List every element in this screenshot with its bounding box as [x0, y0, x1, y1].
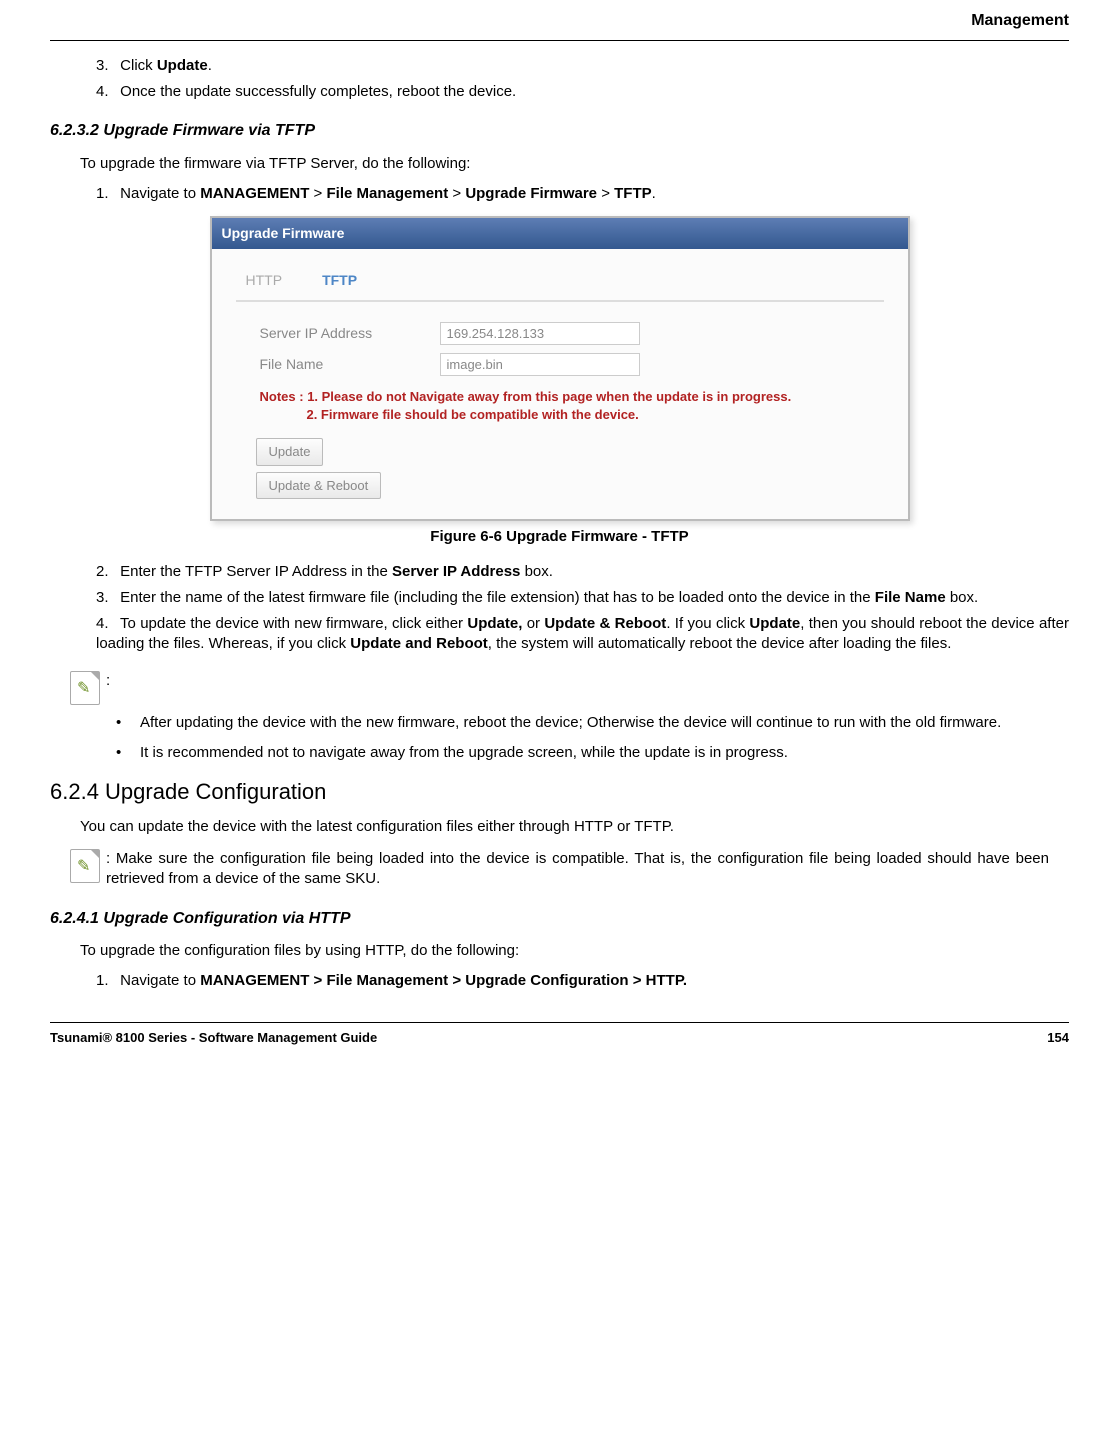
note-1: 1. Please do not Navigate away from this…: [307, 389, 791, 404]
step-3-num: 3.: [96, 56, 116, 76]
step-4-text: Once the update successfully completes, …: [120, 83, 516, 100]
screenshot-notes: Notes : 1. Please do not Navigate away f…: [260, 388, 884, 424]
b: Server IP Address: [392, 563, 520, 580]
heading-6232: 6.2.3.2 Upgrade Firmware via TFTP: [50, 120, 1069, 142]
t: Enter the TFTP Server IP Address in the: [120, 563, 392, 580]
label-server-ip: Server IP Address: [260, 324, 440, 343]
t: , the system will automatically reboot t…: [488, 635, 952, 652]
footer-left: Tsunami® 8100 Series - Software Manageme…: [50, 1029, 377, 1047]
t: It is recommended not to navigate away f…: [140, 743, 788, 763]
t: Enter the name of the latest firmware fi…: [120, 589, 875, 606]
note-icon: [70, 671, 100, 705]
tabs: HTTP TFTP: [236, 267, 884, 302]
b: Upgrade Firmware: [465, 185, 597, 202]
b: Update and Reboot: [350, 635, 488, 652]
row-server-ip: Server IP Address: [260, 322, 884, 345]
t: Navigate to: [120, 972, 200, 989]
note-bullet-2: •It is recommended not to navigate away …: [116, 743, 1069, 763]
note-bullet-1: •After updating the device with the new …: [116, 713, 1069, 733]
b: Update: [749, 615, 800, 632]
t: Navigate to: [120, 185, 200, 202]
figure-caption: Figure 6-6 Upgrade Firmware - TFTP: [50, 527, 1069, 547]
n: 3.: [96, 588, 116, 608]
n: 2.: [96, 562, 116, 582]
t: box.: [520, 563, 553, 580]
t: . If you click: [666, 615, 749, 632]
step-4: 4. Once the update successfully complete…: [96, 82, 1069, 102]
note-624: : Make sure the configuration file being…: [70, 849, 1049, 890]
tab-tftp[interactable]: TFTP: [320, 267, 359, 294]
t: >: [448, 185, 465, 202]
note-block: :: [70, 671, 1069, 705]
step-6232-1: 1. Navigate to MANAGEMENT > File Managem…: [96, 184, 1069, 204]
note-2: 2. Firmware file should be compatible wi…: [306, 407, 638, 422]
intro-6232: To upgrade the firmware via TFTP Server,…: [80, 154, 1069, 174]
t: .: [652, 185, 656, 202]
b: TFTP: [614, 185, 652, 202]
note-624-text: : Make sure the configuration file being…: [106, 849, 1049, 890]
screenshot-title: Upgrade Firmware: [212, 218, 908, 249]
update-reboot-button[interactable]: Update & Reboot: [256, 472, 382, 500]
note-colon: :: [106, 671, 110, 691]
footer-page-number: 154: [1047, 1029, 1069, 1047]
t: After updating the device with the new f…: [140, 713, 1001, 733]
input-server-ip[interactable]: [440, 322, 640, 345]
step-after-4: 4. To update the device with new firmwar…: [96, 614, 1069, 655]
header-rule: [50, 40, 1069, 41]
tab-http[interactable]: HTTP: [244, 267, 285, 294]
t: >: [309, 185, 326, 202]
b: Update,: [467, 615, 522, 632]
note-icon: [70, 849, 100, 883]
notes-prefix: Notes :: [260, 389, 304, 404]
intro-624: You can update the device with the lates…: [80, 817, 1069, 837]
b: Update & Reboot: [544, 615, 666, 632]
step-3-text-a: Click: [120, 57, 157, 74]
step-3-bold: Update: [157, 57, 208, 74]
step-3: 3. Click Update.: [96, 56, 1069, 76]
step-after-3: 3. Enter the name of the latest firmware…: [96, 588, 1069, 608]
n: 1.: [96, 971, 116, 991]
step-6241-1: 1. Navigate to MANAGEMENT > File Managem…: [96, 971, 1069, 991]
screenshot-panel: Upgrade Firmware HTTP TFTP Server IP Add…: [210, 216, 910, 521]
t: To update the device with new firmware, …: [120, 615, 467, 632]
b: File Name: [875, 589, 946, 606]
heading-6241: 6.2.4.1 Upgrade Configuration via HTTP: [50, 908, 1069, 930]
n: 4.: [96, 614, 116, 634]
b: MANAGEMENT: [200, 185, 309, 202]
b: MANAGEMENT > File Management > Upgrade C…: [200, 972, 687, 989]
step-4-num: 4.: [96, 82, 116, 102]
page-header-title: Management: [50, 10, 1069, 32]
intro-6241: To upgrade the configuration files by us…: [80, 941, 1069, 961]
t: or: [522, 615, 544, 632]
step-after-2: 2. Enter the TFTP Server IP Address in t…: [96, 562, 1069, 582]
b: File Management: [327, 185, 449, 202]
footer: Tsunami® 8100 Series - Software Manageme…: [50, 1022, 1069, 1047]
t: >: [597, 185, 614, 202]
step-num: 1.: [96, 184, 116, 204]
row-file-name: File Name: [260, 353, 884, 376]
step-3-text-b: .: [208, 57, 212, 74]
label-file-name: File Name: [260, 355, 440, 374]
t: box.: [946, 589, 979, 606]
update-button[interactable]: Update: [256, 438, 324, 466]
heading-624: 6.2.4 Upgrade Configuration: [50, 777, 1069, 807]
input-file-name[interactable]: [440, 353, 640, 376]
